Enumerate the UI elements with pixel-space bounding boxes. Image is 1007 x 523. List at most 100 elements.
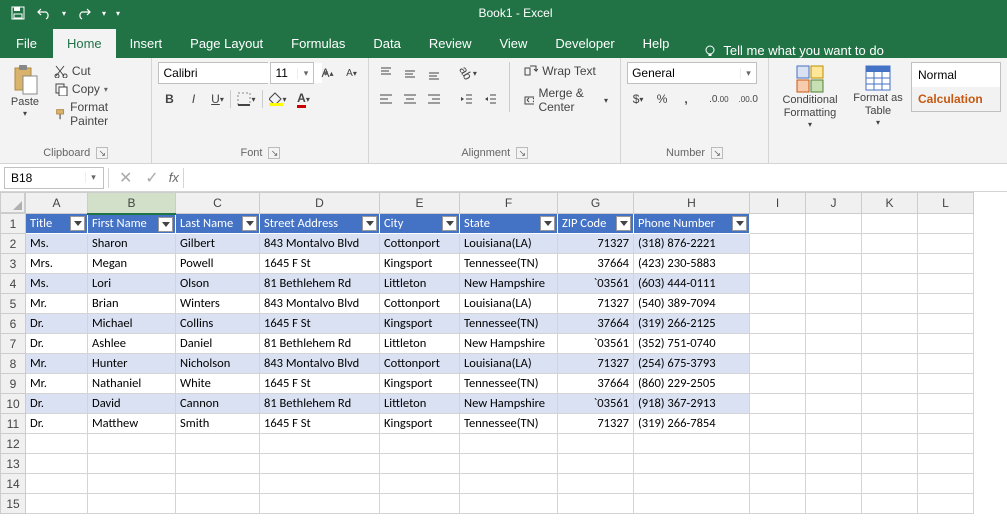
table-cell[interactable]: 81 Bethlehem Rd xyxy=(260,274,380,294)
col-header-K[interactable]: K xyxy=(862,193,918,214)
cell[interactable] xyxy=(806,434,862,454)
table-cell[interactable]: (540) 389-7094 xyxy=(634,294,750,314)
percent-button[interactable]: % xyxy=(651,88,673,110)
table-cell[interactable]: (918) 367-2913 xyxy=(634,394,750,414)
font-size-combo[interactable]: ▾ xyxy=(270,62,314,84)
increase-font-button[interactable]: A▴ xyxy=(316,62,338,84)
table-cell[interactable]: Powell xyxy=(176,254,260,274)
qat-customize[interactable]: ▾ xyxy=(112,2,124,24)
align-right-button[interactable] xyxy=(423,88,445,110)
cell[interactable] xyxy=(862,314,918,334)
decrease-decimal-button[interactable]: .00.0 xyxy=(735,88,762,110)
row-header-6[interactable]: 6 xyxy=(1,314,26,334)
row-header-7[interactable]: 7 xyxy=(1,334,26,354)
cell[interactable] xyxy=(634,454,750,474)
row-header-5[interactable]: 5 xyxy=(1,294,26,314)
table-cell[interactable]: Cannon xyxy=(176,394,260,414)
font-size-input[interactable] xyxy=(271,63,297,83)
filter-button[interactable] xyxy=(158,217,173,232)
row-header-12[interactable]: 12 xyxy=(1,434,26,454)
table-cell[interactable]: Lori xyxy=(88,274,176,294)
tab-formulas[interactable]: Formulas xyxy=(277,29,359,58)
table-cell[interactable]: Tennessee(TN) xyxy=(460,254,558,274)
table-cell[interactable]: 37664 xyxy=(558,254,634,274)
cell[interactable] xyxy=(918,214,974,234)
cell[interactable] xyxy=(862,214,918,234)
cell[interactable] xyxy=(806,494,862,514)
cell[interactable] xyxy=(460,494,558,514)
table-header[interactable]: City xyxy=(380,214,460,234)
table-cell[interactable]: (318) 876-2221 xyxy=(634,234,750,254)
cell[interactable] xyxy=(558,434,634,454)
filter-button[interactable] xyxy=(540,216,555,231)
row-header-14[interactable]: 14 xyxy=(1,474,26,494)
increase-indent-button[interactable] xyxy=(479,88,501,110)
bold-button[interactable]: B xyxy=(158,88,180,110)
paste-button[interactable]: Paste▾ xyxy=(6,62,44,121)
table-cell[interactable]: Dr. xyxy=(26,314,88,334)
enter-icon[interactable]: ✓ xyxy=(145,168,158,188)
align-left-button[interactable] xyxy=(375,88,397,110)
undo-button[interactable] xyxy=(32,2,56,24)
table-cell[interactable]: (352) 751-0740 xyxy=(634,334,750,354)
tab-view[interactable]: View xyxy=(485,29,541,58)
table-cell[interactable]: 843 Montalvo Blvd xyxy=(260,234,380,254)
table-cell[interactable]: Collins xyxy=(176,314,260,334)
col-header-J[interactable]: J xyxy=(806,193,862,214)
table-header[interactable]: Phone Number xyxy=(634,214,750,234)
table-cell[interactable]: `03561 xyxy=(558,394,634,414)
table-cell[interactable]: Tennessee(TN) xyxy=(460,374,558,394)
number-format-combo[interactable]: ▾ xyxy=(627,62,757,84)
font-name-combo[interactable]: ▾ xyxy=(158,62,268,84)
filter-button[interactable] xyxy=(442,216,457,231)
table-header[interactable]: State xyxy=(460,214,558,234)
cell[interactable] xyxy=(918,294,974,314)
copy-button[interactable]: Copy ▾ xyxy=(48,80,146,98)
format-as-table-button[interactable]: Format as Table▾ xyxy=(849,62,907,130)
cell[interactable] xyxy=(918,334,974,354)
table-cell[interactable]: `03561 xyxy=(558,274,634,294)
comma-button[interactable]: , xyxy=(675,88,697,110)
cell[interactable] xyxy=(380,494,460,514)
col-header-I[interactable]: I xyxy=(750,193,806,214)
cell[interactable] xyxy=(460,434,558,454)
chevron-down-icon[interactable]: ▾ xyxy=(740,68,756,79)
cell[interactable] xyxy=(862,274,918,294)
cell[interactable] xyxy=(750,474,806,494)
cell[interactable] xyxy=(918,354,974,374)
number-format-input[interactable] xyxy=(628,63,740,83)
redo-button[interactable] xyxy=(72,2,96,24)
table-cell[interactable]: Megan xyxy=(88,254,176,274)
cell[interactable] xyxy=(862,394,918,414)
cell[interactable] xyxy=(558,474,634,494)
cell[interactable] xyxy=(862,414,918,434)
align-middle-button[interactable] xyxy=(399,62,421,84)
increase-decimal-button[interactable]: .0.00 xyxy=(705,88,732,110)
table-cell[interactable]: 1645 F St xyxy=(260,374,380,394)
chevron-down-icon[interactable]: ▾ xyxy=(297,68,313,79)
cell[interactable] xyxy=(806,234,862,254)
cut-button[interactable]: Cut xyxy=(48,62,146,80)
formula-input[interactable] xyxy=(188,171,1003,185)
tab-page-layout[interactable]: Page Layout xyxy=(176,29,277,58)
cell[interactable] xyxy=(750,294,806,314)
table-cell[interactable]: New Hampshire xyxy=(460,394,558,414)
cell[interactable] xyxy=(806,274,862,294)
cell[interactable] xyxy=(806,354,862,374)
table-cell[interactable]: Tennessee(TN) xyxy=(460,314,558,334)
col-header-C[interactable]: C xyxy=(176,193,260,214)
cell[interactable] xyxy=(380,454,460,474)
accounting-button[interactable]: $ ▾ xyxy=(627,88,649,110)
alignment-launcher[interactable]: ↘ xyxy=(516,147,528,159)
table-cell[interactable]: Littleton xyxy=(380,334,460,354)
save-button[interactable] xyxy=(6,2,30,24)
cell[interactable] xyxy=(806,334,862,354)
row-header-1[interactable]: 1 xyxy=(1,214,26,234)
cell[interactable] xyxy=(750,334,806,354)
col-header-E[interactable]: E xyxy=(380,193,460,214)
col-header-B[interactable]: B xyxy=(88,193,176,214)
table-cell[interactable]: Cottonport xyxy=(380,294,460,314)
table-header[interactable]: Street Address xyxy=(260,214,380,234)
cell[interactable] xyxy=(750,374,806,394)
table-cell[interactable]: 1645 F St xyxy=(260,254,380,274)
